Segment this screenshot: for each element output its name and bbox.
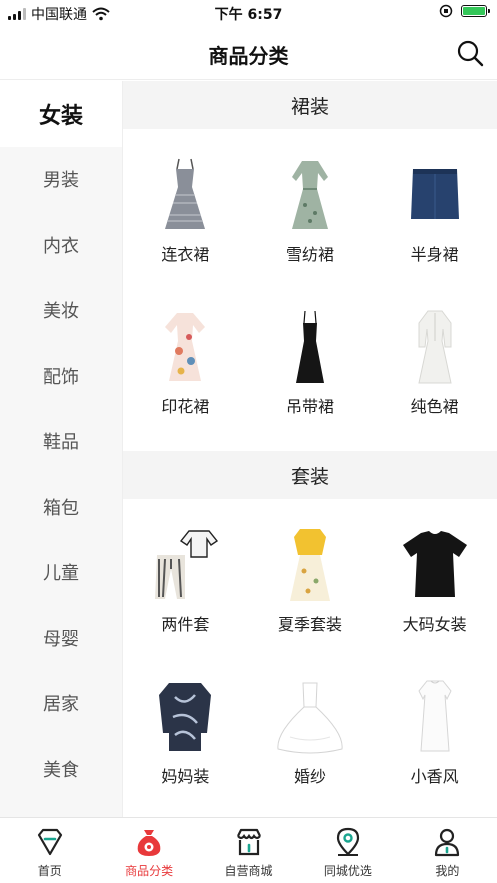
sidebar-item-home[interactable]: 居家 [0,671,122,737]
app-screen: 中国联通 下午 6:57 商品分类 女装 男装 内衣 美妆 配饰 鞋品 箱包 儿… [0,0,497,883]
section-header-sets: 套装 [123,451,497,499]
two-piece-image [155,530,219,599]
diamond-icon [37,828,62,856]
category-content: 裙装 连衣裙 雪纺裙 半身裙 印花裙 吊带裙 纯色裙 套装 两件套 夏季套装 大… [123,81,497,817]
dress-image [295,310,324,383]
status-time: 下午 6:57 [214,7,283,23]
dress-image [165,158,206,229]
subcategory-label: 印花裙 [161,397,210,416]
sidebar-item-shoes[interactable]: 鞋品 [0,409,122,475]
subcategory-tile[interactable]: 半身裙 [372,137,497,289]
white-dress-image [418,680,452,752]
user-icon [435,828,460,857]
store-icon [236,828,261,856]
subcategory-label: 大码女装 [402,615,467,634]
sidebar-item-label: 内衣 [43,235,79,257]
sidebar-item-bags[interactable]: 箱包 [0,474,122,540]
status-bar: 中国联通 下午 6:57 [0,0,497,26]
subcategory-tile[interactable]: 妈妈装 [123,659,248,811]
sidebar-item-label: 美食 [43,759,79,781]
subcategory-tile[interactable]: 纯色裙 [372,289,497,441]
subcategory-label: 婚纱 [293,767,326,786]
subcategory-tile[interactable]: 大码女装 [372,507,497,659]
bottom-tab-bar: 首页 商品分类 自营商城 同城优选 我的 [0,817,497,883]
sidebar-item-label: 配饰 [43,366,79,388]
subcategory-label: 纯色裙 [410,397,459,416]
sidebar-item-food[interactable]: 美食 [0,736,122,802]
tab-category[interactable]: 商品分类 [99,818,198,883]
sidebar-item-women[interactable]: 女装 [0,81,122,147]
tab-local-select[interactable]: 同城优选 [298,818,397,883]
tab-label: 首页 [37,864,62,878]
subcategory-grid: 两件套 夏季套装 大码女装 妈妈装 婚纱 小香风 [123,499,497,817]
money-bag-icon [137,830,161,856]
location-pin-icon [336,827,360,856]
subcategory-tile[interactable]: 印花裙 [123,289,248,441]
dress-image [165,313,206,381]
sidebar-item-kids[interactable]: 儿童 [0,540,122,606]
subcategory-label: 小香风 [410,767,459,786]
plus-size-tee-image [402,531,467,597]
sidebar-item-label: 鞋品 [43,432,79,454]
subcategory-label: 雪纺裙 [285,245,334,264]
tab-label: 自营商城 [224,864,273,878]
subcategory-label: 吊带裙 [285,397,334,416]
subcategory-tile[interactable]: 夏季套装 [248,507,373,659]
sidebar-item-label: 居家 [43,694,79,716]
sidebar-item-baby[interactable]: 母婴 [0,605,122,671]
sidebar-item-underwear[interactable]: 内衣 [0,212,122,278]
subcategory-label: 半身裙 [410,245,459,264]
subcategory-label: 连衣裙 [161,245,210,264]
section-title: 套装 [290,465,329,488]
orientation-lock-icon [439,4,453,18]
tab-label: 我的 [435,864,460,878]
sidebar-item-label: 美妆 [43,301,79,323]
nav-header: 商品分类 [0,26,497,80]
sidebar-item-label: 女装 [38,103,83,129]
subcategory-tile[interactable]: 连衣裙 [123,137,248,289]
tab-self-mall[interactable]: 自营商城 [199,818,298,883]
subcategory-tile[interactable]: 婚纱 [248,659,373,811]
tab-mine[interactable]: 我的 [398,818,497,883]
battery-icon [461,5,490,17]
category-sidebar: 女装 男装 内衣 美妆 配饰 鞋品 箱包 儿童 母婴 居家 美食 [0,81,123,817]
wedding-dress-image [277,682,343,754]
summer-set-image [289,529,330,601]
page-title: 商品分类 [208,44,289,68]
dress-image [418,310,452,384]
dress-image [291,161,328,229]
sidebar-item-label: 男装 [43,170,79,192]
sidebar-item-label: 儿童 [43,563,79,585]
section-header-dresses: 裙装 [123,81,497,129]
tab-home[interactable]: 首页 [0,818,99,883]
search-icon[interactable] [455,38,485,68]
tab-label: 商品分类 [125,864,174,878]
sidebar-item-label: 母婴 [43,628,79,650]
subcategory-label: 妈妈装 [161,767,210,786]
section-title: 裙装 [290,95,329,118]
subcategory-tile[interactable]: 小香风 [372,659,497,811]
subcategory-label: 夏季套装 [277,615,342,634]
sidebar-item-label: 箱包 [43,497,79,519]
subcategory-tile[interactable]: 两件套 [123,507,248,659]
subcategory-tile[interactable]: 吊带裙 [248,289,373,441]
tab-label: 同城优选 [323,864,372,878]
subcategory-label: 两件套 [161,615,210,634]
sidebar-item-accessories[interactable]: 配饰 [0,343,122,409]
skirt-image [410,169,459,219]
subcategory-tile[interactable]: 雪纺裙 [248,137,373,289]
mom-outfit-image [159,683,212,751]
sidebar-item-men[interactable]: 男装 [0,147,122,213]
subcategory-grid: 连衣裙 雪纺裙 半身裙 印花裙 吊带裙 纯色裙 [123,129,497,451]
sidebar-item-beauty[interactable]: 美妆 [0,278,122,344]
